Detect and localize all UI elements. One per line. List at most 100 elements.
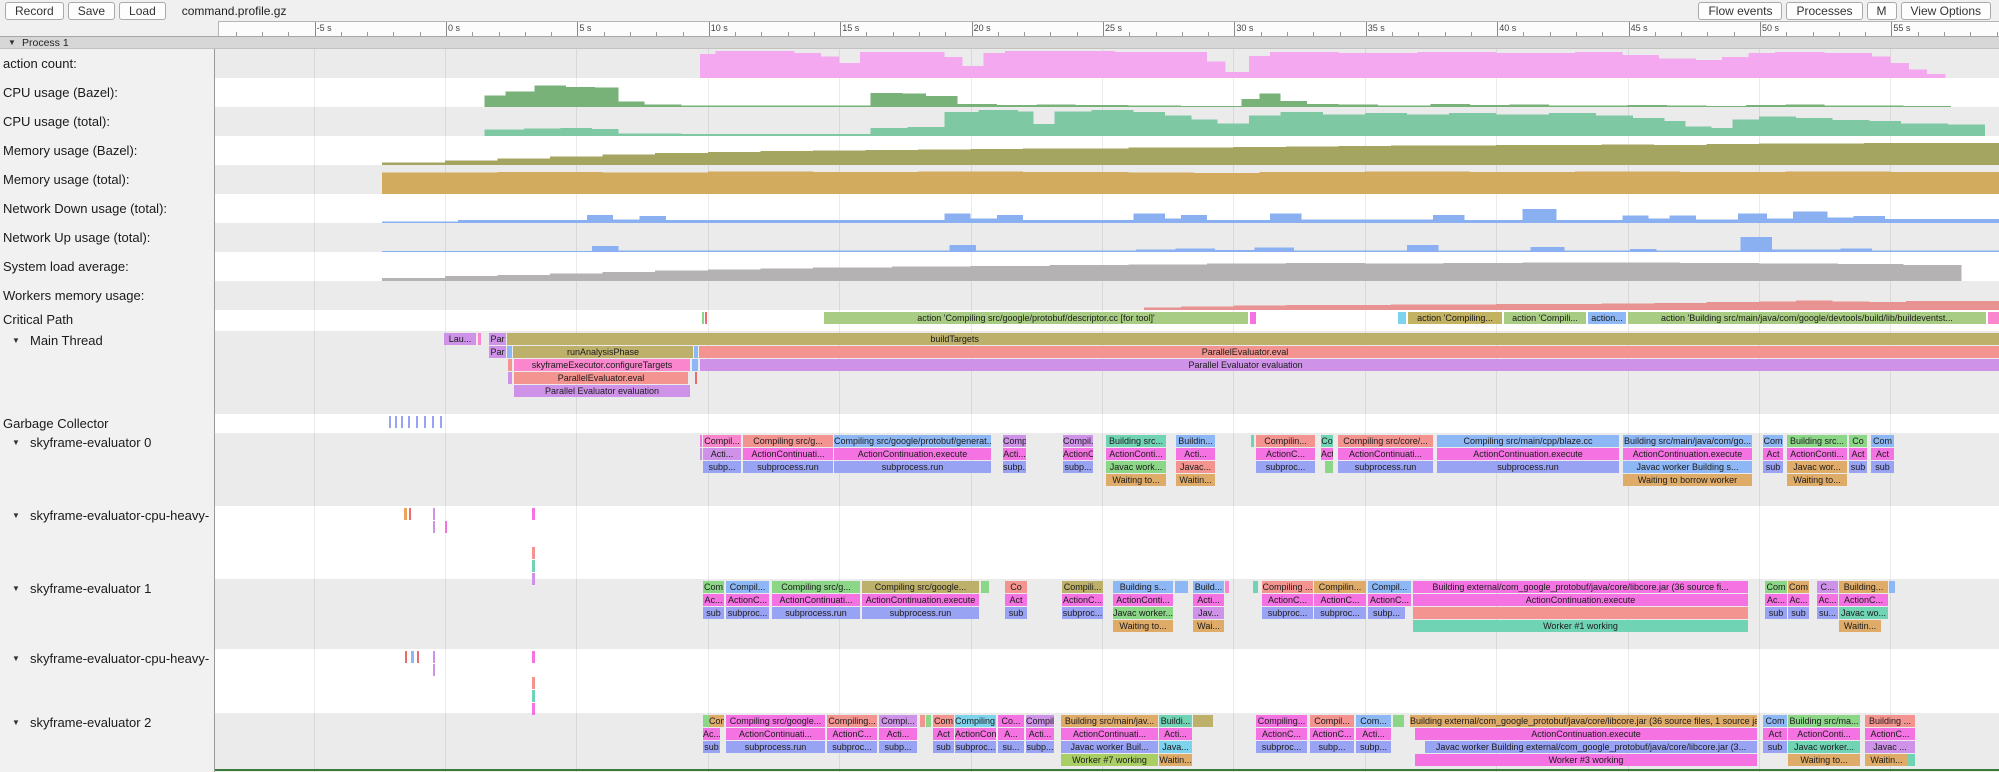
trace-event-block[interactable]: Java... xyxy=(1159,741,1192,753)
trace-event-block[interactable]: Compil... xyxy=(1026,715,1054,727)
trace-event-block[interactable]: Compi... xyxy=(879,715,917,727)
trace-event-block[interactable]: sub xyxy=(703,607,724,619)
trace-event-block[interactable]: Com xyxy=(1763,435,1783,447)
trace-event-block[interactable]: action... xyxy=(1588,312,1626,324)
trace-event-block[interactable] xyxy=(389,416,391,428)
trace-event-block[interactable] xyxy=(508,359,512,371)
trace-event-block[interactable] xyxy=(478,333,481,345)
trace-event-block[interactable]: ActionConti... xyxy=(1113,594,1173,606)
trace-event-block[interactable]: Javac... xyxy=(1176,461,1215,473)
trace-event-block[interactable]: sub xyxy=(933,741,954,753)
trace-event-block[interactable]: Waitin... xyxy=(1839,620,1881,632)
trace-event-block[interactable]: Par xyxy=(489,333,506,345)
trace-event-block[interactable]: Compiling src/g... xyxy=(772,581,860,593)
trace-event-block[interactable]: Lau... xyxy=(444,333,476,345)
trace-event-block[interactable]: Act xyxy=(1849,448,1867,460)
trace-event-block[interactable]: sub xyxy=(1871,461,1894,473)
trace-event-block[interactable]: subproc... xyxy=(1314,607,1366,619)
trace-event-block[interactable]: Waiting to... xyxy=(1113,620,1173,632)
trace-event-block[interactable]: subproc... xyxy=(955,741,996,753)
trace-event-block[interactable]: Acti... xyxy=(879,728,917,740)
collapse-triangle-icon[interactable]: ▼ xyxy=(8,38,16,47)
trace-event-block[interactable] xyxy=(1393,715,1404,727)
trace-event-block[interactable]: Compil... xyxy=(703,435,741,447)
trace-event-block[interactable]: Act xyxy=(1871,448,1894,460)
trace-event-block[interactable]: Jav... xyxy=(1193,607,1224,619)
trace-event-block[interactable]: subprocess.run xyxy=(726,741,825,753)
trace-event-block[interactable] xyxy=(705,312,707,324)
trace-event-block[interactable] xyxy=(433,521,435,533)
trace-event-block[interactable] xyxy=(532,560,535,572)
trace-event-block[interactable]: subproc... xyxy=(827,741,877,753)
trace-event-block[interactable]: subp... xyxy=(1026,741,1054,753)
trace-event-block[interactable]: Javac wor... xyxy=(1787,461,1847,473)
trace-event-block[interactable]: Building... xyxy=(1839,581,1888,593)
trace-event-block[interactable]: Co xyxy=(1005,581,1027,593)
trace-event-block[interactable]: ActionC... xyxy=(1262,594,1313,606)
trace-event-block[interactable]: Building src/main/jav... xyxy=(1061,715,1158,727)
trace-event-block[interactable] xyxy=(405,651,407,663)
trace-event-block[interactable]: ActionContinuation.execute xyxy=(1623,448,1752,460)
trace-event-block[interactable]: Compiling... xyxy=(1256,715,1307,727)
trace-event-block[interactable]: subp... xyxy=(1356,741,1391,753)
trace-event-block[interactable] xyxy=(694,346,698,358)
trace-event-block[interactable] xyxy=(920,715,925,727)
trace-event-block[interactable]: Compiling src/google... xyxy=(726,715,825,727)
trace-event-block[interactable]: action 'Compiling src/google/protobuf/de… xyxy=(824,312,1248,324)
trace-event-block[interactable]: Waiting to... xyxy=(1787,474,1847,486)
collapse-triangle-icon[interactable]: ▼ xyxy=(12,511,20,520)
trace-event-block[interactable]: Build... xyxy=(1193,581,1224,593)
trace-event-block[interactable]: Com xyxy=(1871,435,1894,447)
counter-chart-1[interactable] xyxy=(215,49,1999,78)
trace-event-block[interactable]: subproc... xyxy=(1256,461,1315,473)
button-view-options[interactable]: View Options xyxy=(1901,2,1991,20)
trace-event-block[interactable]: ActionConti... xyxy=(1787,448,1847,460)
trace-event-block[interactable]: subp... xyxy=(1310,741,1354,753)
trace-event-block[interactable]: Javac worker Buil... xyxy=(1061,741,1158,753)
trace-event-block[interactable]: Compil... xyxy=(1310,715,1354,727)
trace-event-block[interactable] xyxy=(417,651,419,663)
button-flow-events[interactable]: Flow events xyxy=(1698,2,1782,20)
trace-event-block[interactable]: Com xyxy=(1763,715,1787,727)
trace-event-block[interactable] xyxy=(1325,461,1333,473)
trace-event-block[interactable]: sub xyxy=(1005,607,1027,619)
trace-event-block[interactable]: Waitin... xyxy=(1159,754,1192,766)
trace-event-block[interactable]: Act xyxy=(1763,728,1787,740)
track-label-skyframe-evaluator-0[interactable]: ▼skyframe-evaluator 0 xyxy=(3,435,151,450)
trace-event-block[interactable]: ActionC... xyxy=(1865,728,1915,740)
trace-event-block[interactable]: ParallelEvaluator.eval xyxy=(514,372,688,384)
trace-event-block[interactable]: subproc... xyxy=(726,607,769,619)
trace-event-block[interactable]: Javac ... xyxy=(1865,741,1915,753)
trace-event-block[interactable]: Building src... xyxy=(1106,435,1166,447)
counter-chart-4[interactable] xyxy=(215,136,1999,165)
trace-event-block[interactable]: Compiling src/main/cpp/blaze.cc xyxy=(1437,435,1619,447)
button-load[interactable]: Load xyxy=(119,2,166,20)
timeline-ruler[interactable]: -5 s0 s5 s10 s15 s20 s25 s30 s35 s40 s45… xyxy=(218,21,1999,37)
trace-event-block[interactable]: ActionContinuati... xyxy=(743,448,833,460)
trace-event-block[interactable]: Com xyxy=(1765,581,1787,593)
trace-event-block[interactable]: ActionContinuation.execute xyxy=(862,594,979,606)
trace-event-block[interactable] xyxy=(445,521,447,533)
trace-event-block[interactable]: Waitin... xyxy=(1865,754,1908,766)
trace-event-block[interactable] xyxy=(508,372,512,384)
trace-event-block[interactable]: su... xyxy=(998,741,1024,753)
trace-event-block[interactable]: Acti... xyxy=(1193,594,1224,606)
trace-event-block[interactable]: Act xyxy=(1763,448,1783,460)
trace-event-block[interactable]: ActionConti... xyxy=(955,728,996,740)
trace-event-block[interactable] xyxy=(1908,754,1915,766)
collapse-triangle-icon[interactable]: ▼ xyxy=(12,654,20,663)
trace-event-block[interactable]: Acti... xyxy=(1176,448,1215,460)
trace-event-block[interactable]: Acti... xyxy=(1159,728,1192,740)
trace-event-block[interactable] xyxy=(401,416,403,428)
trace-event-block[interactable] xyxy=(433,651,435,663)
trace-event-block[interactable] xyxy=(1988,312,1999,324)
trace-event-block[interactable]: Wai... xyxy=(1193,620,1224,632)
trace-event-block[interactable]: Worker #7 working xyxy=(1061,754,1158,766)
track-label-main-thread[interactable]: ▼Main Thread xyxy=(3,333,103,348)
trace-event-block[interactable]: ActionContinuati... xyxy=(726,728,825,740)
trace-event-block[interactable]: Worker #3 working xyxy=(1415,754,1757,766)
trace-event-block[interactable]: Compiling... xyxy=(827,715,877,727)
trace-event-block[interactable]: ActionC... xyxy=(827,728,877,740)
trace-event-block[interactable] xyxy=(532,547,535,559)
trace-event-block[interactable]: ActionContinuati... xyxy=(772,594,860,606)
